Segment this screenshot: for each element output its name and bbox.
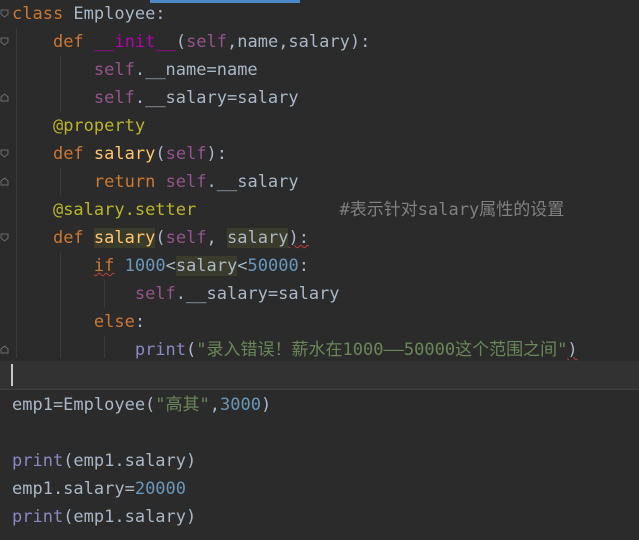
code-text: .__name=name [134,60,258,80]
keyword: else [93,312,135,332]
current-line [0,361,639,389]
number: 1000 [124,256,166,276]
code-line: if 1000<salary<50000: [12,252,639,280]
code-line: return self.__salary [12,168,639,196]
code-line: @property [12,112,639,140]
fold-marker-icon[interactable] [0,9,9,18]
function-name: salary [93,228,156,248]
code-line: emp1=Employee("高其",3000) [12,391,639,419]
code-line: emp1.salary=20000 [12,475,639,503]
number: 20000 [134,479,187,499]
self-keyword: self [165,228,207,248]
code-line: @salary.setter #表示针对salary属性的设置 [12,196,639,224]
keyword: if [93,256,115,276]
self-keyword: self [134,284,176,304]
keyword: def [52,228,84,248]
builtin-function: print [12,451,64,471]
code-text: ,name,salary): [227,32,371,52]
code-text: (emp1.salary) [63,451,197,471]
self-keyword: self [93,60,135,80]
code-line: print(emp1.salary) [12,503,639,531]
self-keyword: self [93,88,135,108]
code-text: , [209,395,221,415]
comment: #表示针对salary属性的设置 [339,200,565,220]
fold-marker-icon[interactable] [0,233,9,242]
code-line: def __init__(self,name,salary): [12,28,639,56]
self-keyword: self [186,32,228,52]
code-text: : [298,256,309,276]
code-text: , [206,228,228,248]
code-text: < [165,256,176,276]
keyword: return [93,172,156,192]
builtin-function: print [134,340,187,360]
function-name: __init__ [93,32,176,52]
decorator: @property [52,116,146,136]
code-text: emp1=Employee( [12,395,156,415]
code-text: ( [186,340,197,360]
number: 50000 [247,256,299,276]
fold-marker-icon[interactable] [0,149,9,158]
code-text: ) [260,395,272,415]
string-literal: "高其" [155,395,210,415]
fold-end-icon[interactable] [0,345,9,354]
function-name: salary [93,144,156,164]
code-line: def salary(self): [12,140,639,168]
keyword: class [12,4,64,24]
code-line: self.__name=name [12,56,639,84]
code-line: self.__salary=salary [12,84,639,112]
code-text: ) [567,340,578,360]
code-editor[interactable]: class Employee: def __init__(self,name,s… [0,0,639,540]
code-line: self.__salary=salary [12,280,639,308]
code-line: def salary(self, salary): [12,224,639,252]
code-text: ( [155,144,166,164]
code-text: .__salary [206,172,299,192]
decorator: @salary.setter [52,200,197,220]
keyword: def [52,32,84,52]
variable: salary [175,256,238,276]
fold-marker-icon[interactable] [0,37,9,46]
self-keyword: self [165,144,207,164]
code-text: : [134,312,146,332]
code-text: .__salary=salary [175,284,340,304]
code-text: ( [155,228,166,248]
code-line: print(emp1.salary) [12,447,639,475]
self-keyword: self [165,172,207,192]
code-text: ): [288,228,309,248]
code-text: Employee: [63,4,166,24]
code-text: .__salary=salary [134,88,299,108]
method-separator [0,389,639,390]
code-line: else: [12,308,639,336]
keyword: def [52,144,84,164]
number: 3000 [220,395,261,415]
code-text: emp1.salary= [12,479,135,499]
text-caret [11,364,13,386]
code-line: class Employee: [12,0,639,28]
code-text: (emp1.salary) [63,507,197,527]
code-text: ): [206,144,228,164]
fold-end-icon[interactable] [0,93,9,102]
string-literal: "录入错误！薪水在1000——50000这个范围之间" [196,340,568,360]
fold-end-icon[interactable] [0,177,9,186]
parameter: salary [227,228,289,248]
code-text: < [237,256,248,276]
code-text: ( [175,32,187,52]
builtin-function: print [12,507,64,527]
code-line: print("录入错误！薪水在1000——50000这个范围之间") [12,336,639,364]
gutter [0,0,10,540]
